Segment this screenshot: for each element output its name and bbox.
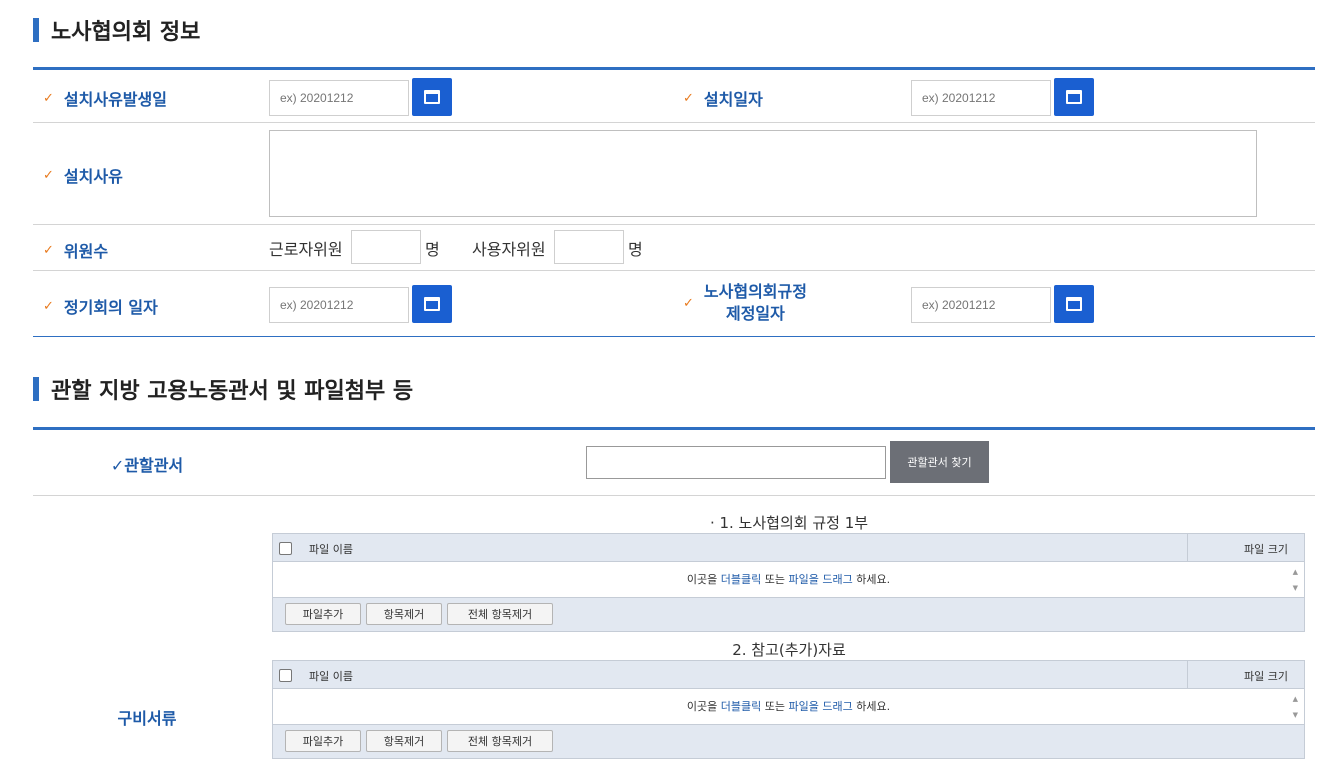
- remove-item-button[interactable]: 항목제거: [366, 603, 442, 625]
- section-title-text: 관할 지방 고용노동관서 및 파일첨부 등: [51, 379, 414, 404]
- drop-text: 또는: [761, 573, 789, 586]
- select-all-checkbox[interactable]: [279, 669, 292, 682]
- double-click-link: 더블클릭: [720, 573, 762, 586]
- file-size-column-header: 파일 크기: [1244, 543, 1288, 556]
- documents-label: 구비서류: [117, 709, 177, 728]
- row-documents: 구비서류 · 1. 노사협의회 규정 1부 파일 이름 파일 크기 이곳을 더블…: [33, 496, 1315, 781]
- calendar-icon: [1066, 90, 1082, 104]
- uploader-1-title: · 1. 노사협의회 규정 1부: [709, 514, 869, 532]
- calendar-icon: [424, 90, 440, 104]
- add-file-button[interactable]: 파일추가: [285, 603, 361, 625]
- scroll-up-icon[interactable]: ▲: [1293, 695, 1298, 703]
- uploader-header: 파일 이름 파일 크기: [273, 661, 1304, 689]
- occurrence-date-label: ✓ 설치사유발생일: [43, 86, 167, 110]
- section-title-council-info: 노사협의회 정보: [33, 14, 200, 46]
- occurrence-date-input[interactable]: [269, 80, 409, 116]
- regular-meeting-label-text: 정기회의 일자: [63, 298, 158, 317]
- occurrence-date-calendar-button[interactable]: [412, 78, 452, 116]
- install-reason-textarea[interactable]: [269, 130, 1257, 217]
- find-office-button[interactable]: 관할관서 찾기: [890, 441, 989, 483]
- occurrence-date-label-text: 설치사유발생일: [63, 90, 167, 109]
- select-all-checkbox[interactable]: [279, 542, 292, 555]
- office-input[interactable]: [586, 446, 886, 479]
- install-date-label: ✓ 설치일자: [683, 86, 763, 110]
- file-name-column-header: 파일 이름: [309, 670, 353, 683]
- required-check-icon: ✓: [43, 298, 54, 314]
- install-reason-label-text: 설치사유: [63, 167, 123, 186]
- title-bar-marker: [33, 18, 39, 42]
- uploader-footer: 파일추가 항목제거 전체 항목제거: [273, 598, 1304, 631]
- required-check-icon: ✓: [683, 295, 694, 311]
- regulation-date-calendar-button[interactable]: [1054, 285, 1094, 323]
- file-size-column-header: 파일 크기: [1244, 670, 1288, 683]
- file-uploader-1: 파일 이름 파일 크기 이곳을 더블클릭 또는 파일을 드래그 하세요. ▲ ▼…: [272, 533, 1305, 632]
- regulation-date-label-line2: 제정일자: [725, 304, 785, 323]
- scroll-down-icon[interactable]: ▼: [1293, 584, 1298, 592]
- required-check-icon: ✓: [683, 90, 694, 106]
- section-title-text: 노사협의회 정보: [51, 20, 201, 45]
- worker-members-unit: 명: [425, 240, 440, 259]
- file-drop-zone[interactable]: 이곳을 더블클릭 또는 파일을 드래그 하세요. ▲ ▼: [273, 562, 1304, 598]
- office-files-table: ✓관할관서 관할관서 찾기 구비서류 · 1. 노사협의회 규정 1부 파일 이…: [33, 427, 1315, 781]
- double-click-link: 더블클릭: [720, 700, 762, 713]
- add-file-button[interactable]: 파일추가: [285, 730, 361, 752]
- drop-text: 또는: [761, 700, 789, 713]
- required-check-icon: ✓: [43, 167, 54, 183]
- members-label: ✓ 위원수: [43, 238, 108, 262]
- members-label-text: 위원수: [63, 242, 109, 261]
- worker-members-input[interactable]: [351, 230, 421, 264]
- title-bar-marker: [33, 377, 39, 401]
- drop-text: 이곳을: [686, 700, 721, 713]
- scroll-up-icon[interactable]: ▲: [1293, 568, 1298, 576]
- drag-file-link: 파일을 드래그: [788, 573, 853, 586]
- install-date-label-text: 설치일자: [703, 90, 763, 109]
- office-label: ✓관할관서: [33, 452, 261, 476]
- section-title-office-files: 관할 지방 고용노동관서 및 파일첨부 등: [33, 373, 413, 405]
- uploader-header: 파일 이름 파일 크기: [273, 534, 1304, 562]
- regulation-date-label: ✓ 노사협의회규정 제정일자: [683, 281, 807, 325]
- file-drop-zone[interactable]: 이곳을 더블클릭 또는 파일을 드래그 하세요. ▲ ▼: [273, 689, 1304, 725]
- drag-file-link: 파일을 드래그: [788, 700, 853, 713]
- calendar-icon: [424, 297, 440, 311]
- uploader-footer: 파일추가 항목제거 전체 항목제거: [273, 725, 1304, 758]
- remove-all-items-button[interactable]: 전체 항목제거: [447, 603, 553, 625]
- regulation-date-label-line1: 노사협의회규정: [703, 282, 807, 301]
- worker-members-label: 근로자위원: [269, 240, 343, 259]
- file-name-column-header: 파일 이름: [309, 543, 353, 556]
- regular-meeting-calendar-button[interactable]: [412, 285, 452, 323]
- office-label-text: ✓관할관서: [110, 456, 184, 475]
- row-meeting-dates: ✓ 정기회의 일자 ✓ 노사협의회규정 제정일자: [33, 271, 1315, 337]
- row-members: ✓ 위원수 근로자위원 명 사용자위원 명: [33, 225, 1315, 271]
- install-reason-label: ✓ 설치사유: [43, 163, 123, 187]
- file-uploader-2: 파일 이름 파일 크기 이곳을 더블클릭 또는 파일을 드래그 하세요. ▲ ▼…: [272, 660, 1305, 759]
- install-date-input[interactable]: [911, 80, 1051, 116]
- drop-text: 하세요.: [852, 573, 891, 586]
- uploader-2-title: 2. 참고(추가)자료: [732, 641, 846, 659]
- regulation-date-input[interactable]: [911, 287, 1051, 323]
- remove-item-button[interactable]: 항목제거: [366, 730, 442, 752]
- regular-meeting-label: ✓ 정기회의 일자: [43, 294, 158, 318]
- scroll-down-icon[interactable]: ▼: [1293, 711, 1298, 719]
- employer-members-unit: 명: [628, 240, 643, 259]
- row-install-reason: ✓ 설치사유: [33, 123, 1315, 225]
- row-office: ✓관할관서 관할관서 찾기: [33, 430, 1315, 496]
- employer-members-input[interactable]: [554, 230, 624, 264]
- drop-text: 하세요.: [852, 700, 891, 713]
- install-date-calendar-button[interactable]: [1054, 78, 1094, 116]
- drop-text: 이곳을: [686, 573, 721, 586]
- row-dates: ✓ 설치사유발생일 ✓ 설치일자: [33, 70, 1315, 123]
- regulation-date-label-text: 노사협의회규정 제정일자: [704, 281, 807, 325]
- required-check-icon: ✓: [43, 90, 54, 106]
- required-check-icon: ✓: [43, 242, 54, 258]
- council-info-table: ✓ 설치사유발생일 ✓ 설치일자 ✓ 설치사유 ✓ 위원수 근로자위원 명 사용…: [33, 67, 1315, 337]
- employer-members-label: 사용자위원: [472, 240, 546, 259]
- calendar-icon: [1066, 297, 1082, 311]
- remove-all-items-button[interactable]: 전체 항목제거: [447, 730, 553, 752]
- regular-meeting-date-input[interactable]: [269, 287, 409, 323]
